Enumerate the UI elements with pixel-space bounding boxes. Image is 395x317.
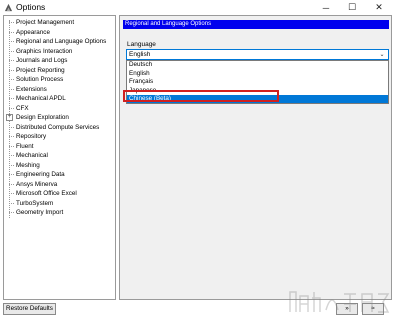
language-label: Language xyxy=(127,41,156,48)
tree-item-label: Project Management xyxy=(16,19,75,26)
settings-panel: Regional and Language Options Language E… xyxy=(119,15,392,300)
tree-connector xyxy=(9,126,14,128)
tree-item-label: Engineering Data xyxy=(16,171,65,178)
chevron-down-icon[interactable]: ⌄ xyxy=(378,51,386,59)
tree-item[interactable]: Mechanical xyxy=(4,151,115,160)
tree-connector xyxy=(9,202,14,204)
options-tree: Project Management Appearance Regional and… xyxy=(3,15,116,300)
tree-item-label: Repository xyxy=(16,133,47,140)
tree-item[interactable]: Regional and Language Options xyxy=(4,37,115,46)
tree-item[interactable]: Extensions xyxy=(4,85,115,94)
tree-item[interactable]: Project Reporting xyxy=(4,66,115,75)
tree-item-label: Design Exploration xyxy=(16,114,69,121)
tree-connector xyxy=(9,60,14,61)
tree-connector xyxy=(9,212,14,213)
tree-item-label: TurboSystem xyxy=(16,199,54,207)
tree-connector xyxy=(9,145,14,147)
expand-icon[interactable]: + xyxy=(6,114,13,121)
tree-item[interactable]: Appearance xyxy=(4,28,115,37)
window-title: Options xyxy=(16,2,46,12)
tree-item-label: Mechanical xyxy=(16,152,48,159)
tree-item[interactable]: Project Management xyxy=(4,18,115,27)
tree-connector xyxy=(9,193,14,194)
tree-item[interactable]: Repository xyxy=(4,132,115,141)
tree-item[interactable]: Meshing xyxy=(4,161,115,170)
tree-item-label: Mechanical APDL xyxy=(16,95,66,102)
tree-item-label: Distributed Compute Services xyxy=(16,123,100,131)
tree-item-label: CFX xyxy=(16,104,29,112)
tree-connector xyxy=(9,31,14,33)
tree-item[interactable]: Journals and Logs xyxy=(4,56,115,65)
tree-item-label: Geometry Import xyxy=(16,209,64,216)
tree-connector xyxy=(9,107,14,109)
title-bar: Options ─ ☐ ✕ xyxy=(0,0,395,15)
tree-item[interactable]: Solution Process xyxy=(4,75,115,84)
tree-item-label: Regional and Language Options xyxy=(16,38,107,45)
restore-defaults-button[interactable]: Restore Defaults xyxy=(3,303,56,315)
tree-connector xyxy=(9,22,14,23)
tree-item[interactable]: Microsoft Office Excel xyxy=(4,189,115,198)
language-select-value: English xyxy=(129,51,151,58)
tree-item-label: Ansys Minerva xyxy=(16,180,58,188)
tree-item[interactable]: + Design Exploration xyxy=(4,113,115,122)
watermark-logo xyxy=(289,291,390,313)
tree-item-label: Solution Process xyxy=(16,76,64,83)
tree-connector xyxy=(9,88,14,90)
tree-connector xyxy=(9,174,14,175)
maximize-button[interactable]: ☐ xyxy=(339,0,365,15)
tree-item[interactable]: CFX xyxy=(4,104,115,113)
maximize-icon: ☐ xyxy=(347,2,357,12)
language-option[interactable]: English xyxy=(127,70,388,78)
tree-item-label: Extensions xyxy=(16,85,47,93)
close-icon: ✕ xyxy=(375,2,383,12)
language-option[interactable]: Japanese xyxy=(127,87,388,95)
tree-connector xyxy=(9,183,14,185)
tree-item-label: Meshing xyxy=(16,161,40,169)
tree-item[interactable]: TurboSystem xyxy=(4,199,115,208)
tree-connector xyxy=(9,164,14,166)
tree-connector xyxy=(9,155,14,156)
language-dropdown-list: Deutsch English Français Japanese Chinese (B… xyxy=(126,60,389,104)
close-button[interactable]: ✕ xyxy=(366,0,392,15)
tree-item[interactable]: Fluent xyxy=(4,142,115,151)
tree-connector xyxy=(9,98,14,99)
minimize-button[interactable]: ─ xyxy=(313,0,339,15)
minimize-icon: ─ xyxy=(322,2,330,13)
tree-item-label: Project Reporting xyxy=(16,66,65,74)
language-select[interactable]: English ⌄ xyxy=(126,49,389,60)
tree-item-label: Graphics Interaction xyxy=(16,47,73,55)
tree-item-label: Appearance xyxy=(16,28,50,36)
tree-item[interactable]: Geometry Import xyxy=(4,208,115,217)
tree-connector xyxy=(9,50,14,52)
tree-connector xyxy=(9,79,14,80)
tree-item[interactable]: Ansys Minerva xyxy=(4,180,115,189)
tree-item[interactable]: Graphics Interaction xyxy=(4,47,115,56)
tree-connector xyxy=(9,136,14,137)
tree-item-label: Microsoft Office Excel xyxy=(16,190,77,197)
app-icon xyxy=(4,3,13,12)
tree-item-label: Journals and Logs xyxy=(16,57,68,64)
tree-item[interactable]: Engineering Data xyxy=(4,170,115,179)
language-option[interactable]: Français xyxy=(127,78,388,86)
tree-connector xyxy=(9,41,14,42)
tree-connector xyxy=(9,69,14,71)
tree-item-label: Fluent xyxy=(16,142,34,150)
section-header: Regional and Language Options xyxy=(123,20,389,29)
tree-item[interactable]: Distributed Compute Services xyxy=(4,123,115,132)
tree-item[interactable]: Mechanical APDL xyxy=(4,94,115,103)
language-option[interactable]: Chinese (Beta) xyxy=(127,95,388,104)
language-option[interactable]: Deutsch xyxy=(127,61,388,69)
